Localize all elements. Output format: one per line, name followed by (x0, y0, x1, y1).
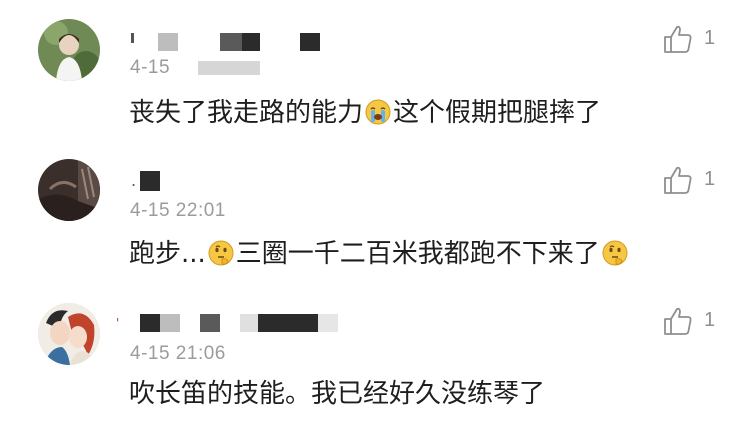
avatar-image (38, 159, 100, 221)
avatar[interactable] (38, 19, 100, 81)
like-button[interactable]: 1 (662, 23, 722, 55)
mosaic-block (300, 33, 320, 51)
mosaic-block: . (131, 171, 137, 190)
comment-item: . 4-15 22:01 跑步... 三圈一千二百米我都跑不下来了 1 (0, 140, 750, 288)
comment-text: 吹长笛的技能。我已经好久没练琴了 (129, 379, 546, 409)
like-button[interactable]: 1 (662, 305, 722, 337)
like-count: 1 (704, 27, 716, 49)
comment-timestamp: 4-15 22:01 (130, 200, 226, 221)
thumbs-up-icon (664, 25, 692, 53)
mosaic-block (140, 314, 160, 332)
comment-timestamp: 4-15 21:06 (130, 343, 226, 364)
comment-text-part: 跑步... (129, 239, 206, 269)
mosaic-block (240, 314, 258, 332)
avatar[interactable] (38, 303, 100, 365)
thumbs-up-icon (664, 166, 692, 194)
thinking-face-emoji-icon (208, 240, 234, 266)
crying-face-emoji-icon (365, 99, 391, 125)
thumbs-up-icon (664, 307, 692, 335)
comment-text-part: 这个假期把腿摔了 (393, 98, 602, 128)
timestamp-text: 4-15 (130, 57, 171, 78)
avatar-image (38, 303, 100, 365)
mosaic-block (158, 33, 178, 51)
mosaic-block (318, 314, 338, 332)
like-count: 1 (704, 309, 716, 331)
comment-text-part: 丧失了我走路的能力 (129, 98, 364, 128)
comment-timestamp: 4-15 (130, 57, 261, 79)
comment-text: 丧失了我走路的能力 这个假期把腿摔了 (129, 92, 601, 129)
mosaic-block (140, 171, 160, 191)
comment-item: ' 4-15 21:06 吹长笛的技能。我已经好久没练琴了 1 (0, 288, 750, 430)
mosaic-block (220, 33, 242, 51)
comment-item: 4-15 丧失了我走路的能力 这个假期把腿摔了 1 (0, 0, 750, 140)
mosaic-block (131, 33, 134, 43)
comment-text: 跑步... 三圈一千二百米我都跑不下来了 (129, 233, 630, 270)
mosaic-block: ' (116, 316, 120, 330)
comment-text-part: 三圈一千二百米我都跑不下来了 (235, 239, 600, 269)
thinking-face-emoji-icon (602, 240, 628, 266)
mosaic-block (160, 314, 180, 332)
mosaic-block (200, 314, 220, 332)
mosaic-block (258, 314, 318, 332)
timestamp-redacted (198, 61, 261, 75)
like-button[interactable]: 1 (662, 164, 722, 196)
mosaic-block (242, 33, 260, 51)
avatar-image (38, 19, 100, 81)
avatar[interactable] (38, 159, 100, 221)
like-count: 1 (704, 168, 716, 190)
